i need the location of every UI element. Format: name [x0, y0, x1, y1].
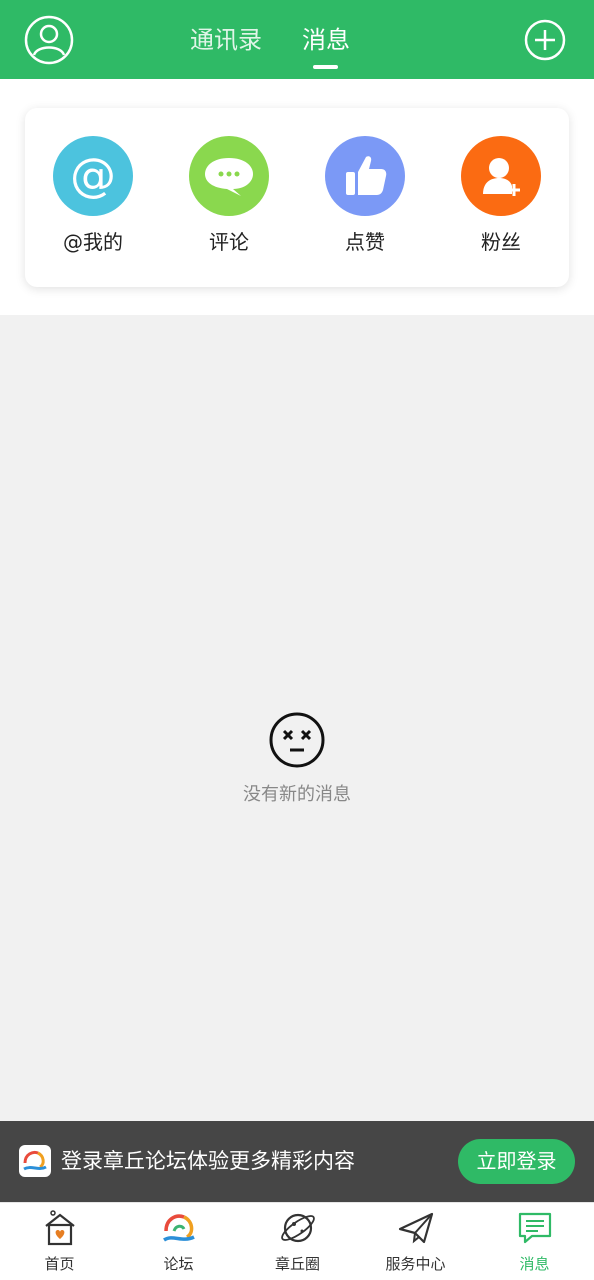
svg-text:@: @	[70, 148, 116, 202]
shortcut-likes[interactable]: 点赞	[310, 136, 420, 260]
nav-item-circle[interactable]: 章丘圈	[238, 1203, 357, 1280]
nav-item-messages[interactable]: 消息	[475, 1203, 594, 1280]
planet-icon	[281, 1213, 315, 1243]
message-category-card: @ @我的 评论 点赞 粉丝	[25, 108, 569, 287]
shortcut-followers[interactable]: 粉丝	[446, 136, 556, 260]
login-prompt-text: 登录章丘论坛体验更多精彩内容	[61, 1149, 355, 1173]
shortcut-label: @我的	[63, 230, 123, 254]
shortcut-mentions[interactable]: @ @我的	[38, 136, 148, 260]
shortcut-label: 粉丝	[481, 230, 521, 254]
shortcut-label: 点赞	[345, 230, 385, 254]
login-banner: 登录章丘论坛体验更多精彩内容 立即登录	[0, 1121, 594, 1202]
add-button[interactable]	[524, 19, 566, 61]
dizzy-face-icon	[269, 712, 325, 768]
user-icon	[24, 15, 74, 65]
nav-item-forum[interactable]: 论坛	[119, 1203, 238, 1280]
nav-item-service-center[interactable]: 服务中心	[356, 1203, 475, 1280]
nav-label: 消息	[519, 1255, 550, 1273]
tab-messages[interactable]: 消息	[302, 24, 350, 56]
empty-state-text: 没有新的消息	[243, 784, 351, 805]
nav-label: 论坛	[163, 1255, 194, 1273]
top-bar: 通讯录 消息	[0, 0, 594, 79]
nav-label: 服务中心	[385, 1255, 446, 1273]
tab-contacts[interactable]: 通讯录	[190, 24, 262, 56]
forum-logo-icon	[163, 1214, 195, 1242]
active-tab-indicator	[313, 65, 338, 69]
profile-avatar-button[interactable]	[24, 15, 74, 65]
plus-circle-icon	[524, 19, 566, 61]
at-icon: @	[53, 136, 133, 216]
nav-label: 章丘圈	[274, 1255, 320, 1273]
shortcut-comments[interactable]: 评论	[174, 136, 284, 260]
login-button[interactable]: 立即登录	[458, 1139, 575, 1184]
home-icon	[45, 1210, 75, 1246]
shortcut-label: 评论	[209, 230, 249, 254]
paper-plane-icon	[398, 1212, 434, 1244]
comment-icon	[189, 136, 269, 216]
nav-item-home[interactable]: 首页	[0, 1203, 119, 1280]
message-icon	[518, 1212, 552, 1244]
thumbs-up-icon	[325, 136, 405, 216]
bottom-nav: 首页 论坛 章丘圈 服务中心 消息	[0, 1202, 594, 1280]
app-logo	[19, 1145, 51, 1177]
nav-label: 首页	[44, 1255, 75, 1273]
add-follower-icon	[461, 136, 541, 216]
